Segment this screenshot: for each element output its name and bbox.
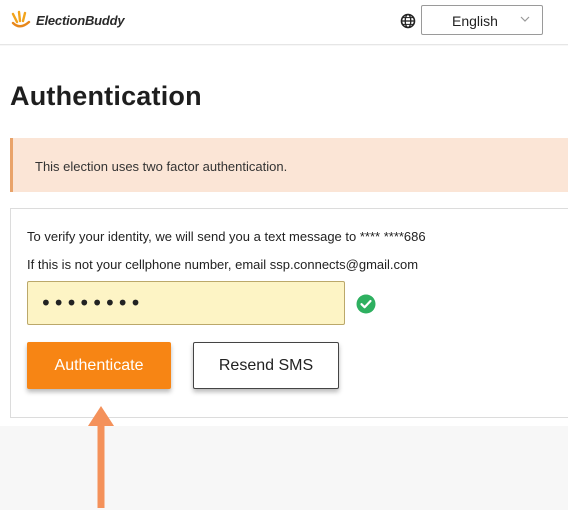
verify-text: To verify your identity, we will send yo… [27,229,426,244]
verification-code-input[interactable] [27,281,345,325]
info-alert: This election uses two factor authentica… [10,138,568,192]
authenticate-button[interactable]: Authenticate [27,342,171,389]
globe-icon[interactable] [400,13,416,29]
auth-card: To verify your identity, we will send yo… [10,208,568,418]
hands-logo-icon [11,10,31,28]
language-select[interactable]: English [421,5,543,35]
chevron-down-icon [520,16,530,22]
alert-text: This election uses two factor authentica… [35,159,288,174]
top-bar: ElectionBuddy English [0,0,568,45]
language-selected: English [452,13,498,29]
page-title: Authentication [10,81,202,111]
main-content: Authentication This election uses two fa… [0,46,568,426]
logo[interactable]: ElectionBuddy [10,10,125,30]
resend-sms-button[interactable]: Resend SMS [193,342,339,389]
brand-name: ElectionBuddy [36,12,125,28]
help-text: If this is not your cellphone number, em… [27,257,419,272]
arrow-up-icon [88,406,114,508]
check-circle-icon [356,294,376,314]
